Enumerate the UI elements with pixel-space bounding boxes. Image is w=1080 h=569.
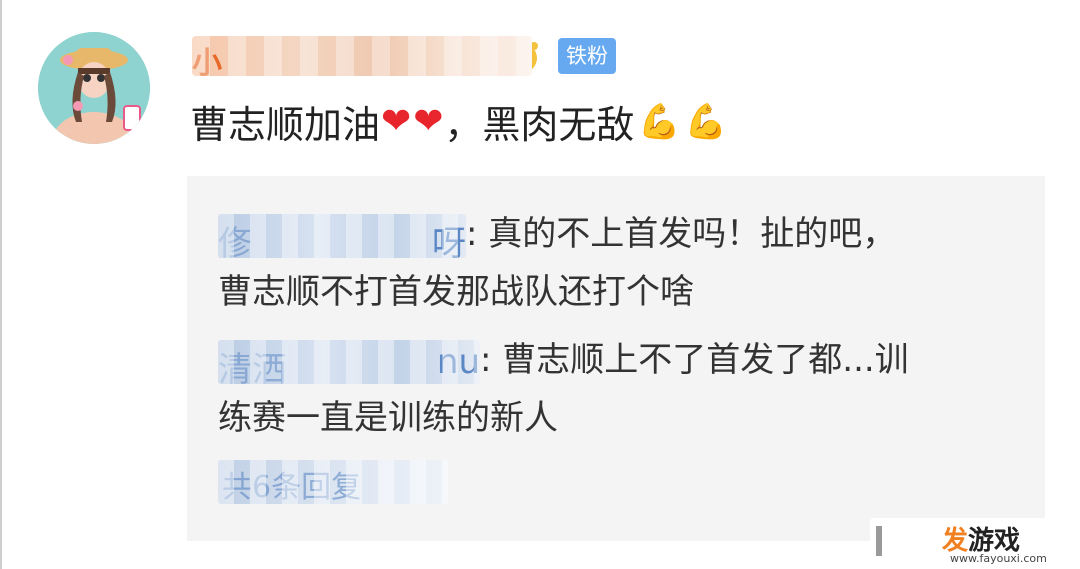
username-text: 小 (192, 46, 224, 76)
left-border (0, 0, 2, 569)
avatar[interactable] (38, 32, 150, 144)
reply-username-head: 俢 (218, 223, 252, 258)
view-more-text: 共6条回复 (222, 470, 362, 504)
reply-username-tail: nu (436, 341, 480, 382)
heart-icon: ❤ (413, 101, 444, 142)
comment-text-part1: 曹志顺加油 (190, 103, 381, 147)
username-blurred[interactable]: 小 (192, 36, 532, 76)
reply-username-blurred[interactable]: 俢 呀 (218, 213, 466, 258)
watermark-mark (876, 526, 882, 556)
reply-username-head: 清洒 (218, 349, 286, 384)
comment-header: 小 铁粉 (192, 30, 616, 82)
reply-item[interactable]: 俢 呀 : 真的不上首发吗！扯的吧， (218, 206, 896, 258)
view-more-replies-link[interactable]: 共6条回复 (218, 460, 448, 504)
reply-username-tail: 呀 (432, 223, 466, 258)
reply-text-continued: 练赛一直是训练的新人 (218, 398, 558, 438)
fan-badge: 铁粉 (558, 38, 616, 74)
reply-text: : 真的不上首发吗！扯的吧， (466, 214, 897, 254)
muscle-icon: 💪 (684, 101, 728, 142)
avatar-image (38, 32, 150, 144)
comment-text: 曹志顺加油 ❤ ❤ ，黑肉无敌 💪 💪 (190, 94, 727, 149)
watermark: 发游戏 www.fayouxi.com (870, 518, 1060, 566)
reply-item[interactable]: 清洒 nu : 曹志顺上不了首发了都...训 (218, 332, 909, 384)
muscle-icon: 💪 (638, 101, 681, 142)
watermark-url: www.fayouxi.com (950, 552, 1047, 565)
heart-icon: ❤ (381, 101, 412, 142)
reply-username-blurred[interactable]: 清洒 nu (218, 339, 480, 384)
reply-text-continued: 曹志顺不打首发那战队还打个啥 (218, 272, 694, 312)
comment-text-part2: ，黑肉无敌 (444, 103, 635, 147)
replies-panel: 俢 呀 : 真的不上首发吗！扯的吧， 曹志顺不打首发那战队还打个啥 清洒 nu … (187, 176, 1045, 541)
reply-text: : 曹志顺上不了首发了都...训 (480, 340, 909, 380)
